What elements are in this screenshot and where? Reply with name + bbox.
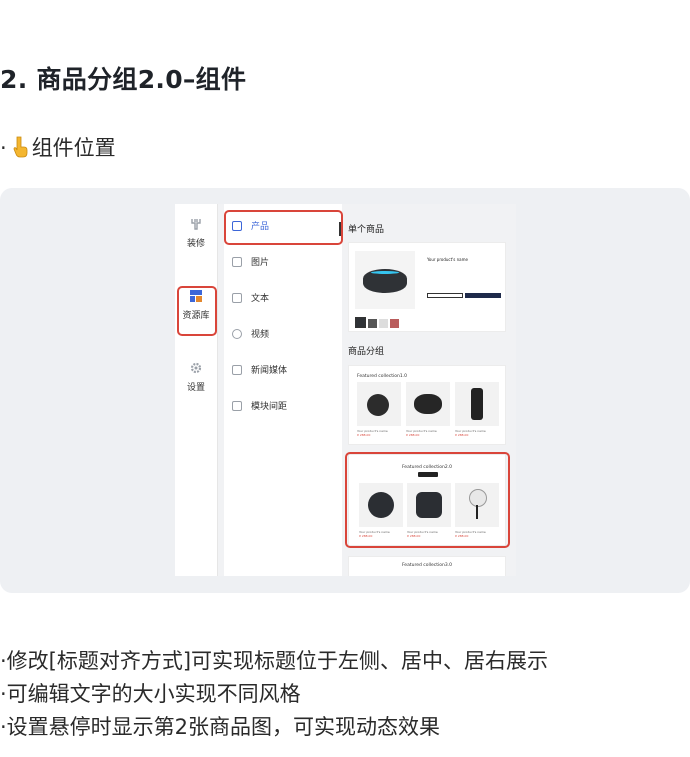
pointing-hand-icon: [13, 136, 28, 158]
component-item-news[interactable]: 新闻媒体: [232, 362, 340, 380]
buy-now-button[interactable]: [465, 293, 501, 298]
collection-highlight: [345, 452, 510, 548]
section-heading: 2. 商品分组2.0–组件: [0, 65, 247, 94]
preview-canvas: 单个商品 Your product's name 商品分组 Featured c…: [345, 204, 516, 576]
tile-price: ¥ 288.00: [406, 433, 420, 437]
note-1: ·修改[标题对齐方式]可实现标题位于左侧、居中、居右展示: [0, 649, 549, 673]
product-tile[interactable]: Your product's name ¥ 288.00: [455, 382, 499, 437]
bullet-dot: ·: [0, 136, 7, 160]
single-product-card[interactable]: Your product's name: [348, 242, 506, 332]
component-label: 文本: [251, 294, 270, 304]
spacing-icon: [232, 401, 242, 411]
tile-price: ¥ 288.00: [357, 433, 371, 437]
note-3: ·设置悬停时显示第2张商品图，可实现动态效果: [0, 715, 441, 739]
component-label: 模块间距: [251, 402, 288, 412]
component-item-image[interactable]: 图片: [232, 254, 340, 272]
rail-label: 装修: [186, 239, 205, 249]
group-label: 商品分组: [348, 347, 385, 357]
news-icon: [232, 365, 242, 375]
rail-item-settings[interactable]: 设置: [175, 362, 217, 393]
collection-title: Featured collection3.0: [401, 563, 453, 568]
intro-text: 组件位置: [31, 136, 116, 160]
add-to-cart-button[interactable]: [427, 293, 463, 298]
thumbnail-strip: [355, 313, 415, 328]
text-icon: [232, 293, 242, 303]
video-icon: [232, 329, 242, 339]
single-product-label: 单个商品: [348, 225, 385, 235]
rail-item-decorate[interactable]: 装修: [175, 218, 217, 249]
editor-rail: 装修 资源库 设置: [175, 204, 218, 576]
product-tile[interactable]: Your product's name ¥ 288.00: [406, 382, 450, 437]
gear-icon: [190, 362, 202, 374]
product-tile[interactable]: Your product's name ¥ 288.00: [357, 382, 401, 437]
tile-price: ¥ 288.00: [455, 433, 469, 437]
library-highlight: [177, 286, 217, 336]
product-highlight: [224, 210, 343, 245]
editor-screenshot: 装修 资源库 设置 产品 图片 文本 视频 新闻媒体 模块间距 单个商品 You…: [175, 204, 516, 576]
collection-title: Featured collection1.0: [357, 374, 408, 379]
component-list: 产品 图片 文本 视频 新闻媒体 模块间距: [224, 204, 342, 576]
intro-line: · 组件位置: [0, 132, 116, 162]
product-name: Your product's name: [427, 257, 468, 262]
component-item-video[interactable]: 视频: [232, 326, 340, 344]
scroll-marker: [339, 222, 341, 236]
image-icon: [232, 257, 242, 267]
collection-card-3[interactable]: Featured collection3.0: [348, 556, 506, 576]
product-image: [355, 251, 415, 309]
component-label: 视频: [251, 330, 270, 340]
component-label: 新闻媒体: [251, 366, 288, 376]
component-item-spacing[interactable]: 模块间距: [232, 398, 340, 416]
note-2: ·可编辑文字的大小实现不同风格: [0, 682, 301, 706]
component-item-text[interactable]: 文本: [232, 290, 340, 308]
rail-label: 设置: [186, 383, 205, 393]
component-label: 图片: [251, 258, 270, 268]
collection-card-1[interactable]: Featured collection1.0 Your product's na…: [348, 365, 506, 445]
fork-icon: [191, 219, 201, 230]
